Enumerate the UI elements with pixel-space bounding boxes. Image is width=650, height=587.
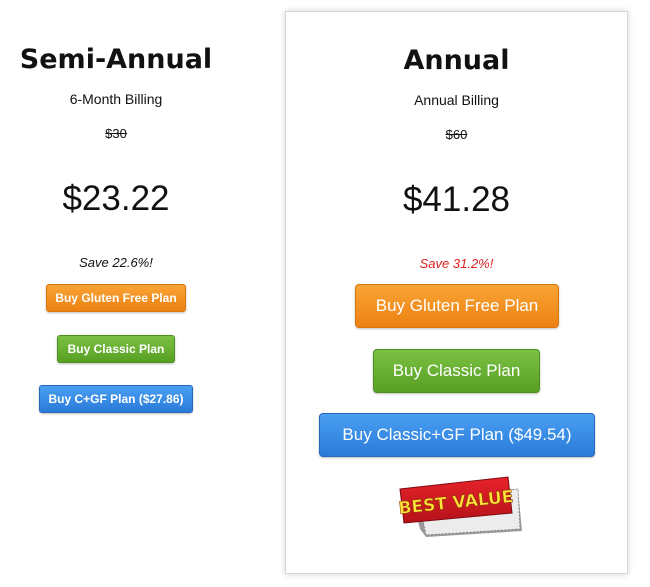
plan-title: Annual xyxy=(403,45,510,76)
buy-classic-button[interactable]: Buy Classic Plan xyxy=(57,335,175,363)
plan-price: $23.22 xyxy=(62,179,170,218)
buy-combo-button[interactable]: Buy Classic+GF Plan ($49.54) xyxy=(319,413,595,457)
original-price: $60 xyxy=(445,127,468,142)
plan-title: Semi-Annual xyxy=(19,44,213,75)
plan-annual: Annual Annual Billing $60 $41.28 Save 31… xyxy=(285,11,628,574)
buy-combo-button[interactable]: Buy C+GF Plan ($27.86) xyxy=(39,385,193,413)
buy-gluten-free-button[interactable]: Buy Gluten Free Plan xyxy=(46,284,186,312)
savings-text: Save 31.2%! xyxy=(419,256,494,271)
savings-text: Save 22.6%! xyxy=(79,255,153,270)
billing-period: 6-Month Billing xyxy=(69,91,163,107)
plan-semi-annual: Semi-Annual 6-Month Billing $30 $23.22 S… xyxy=(0,0,232,587)
plan-price: $41.28 xyxy=(402,180,511,219)
buy-classic-button[interactable]: Buy Classic Plan xyxy=(373,349,540,393)
billing-period: Annual Billing xyxy=(414,92,499,108)
buy-gluten-free-button[interactable]: Buy Gluten Free Plan xyxy=(355,284,559,328)
original-price: $30 xyxy=(105,126,127,141)
best-value-badge-icon: BEST VALUE xyxy=(397,476,522,537)
